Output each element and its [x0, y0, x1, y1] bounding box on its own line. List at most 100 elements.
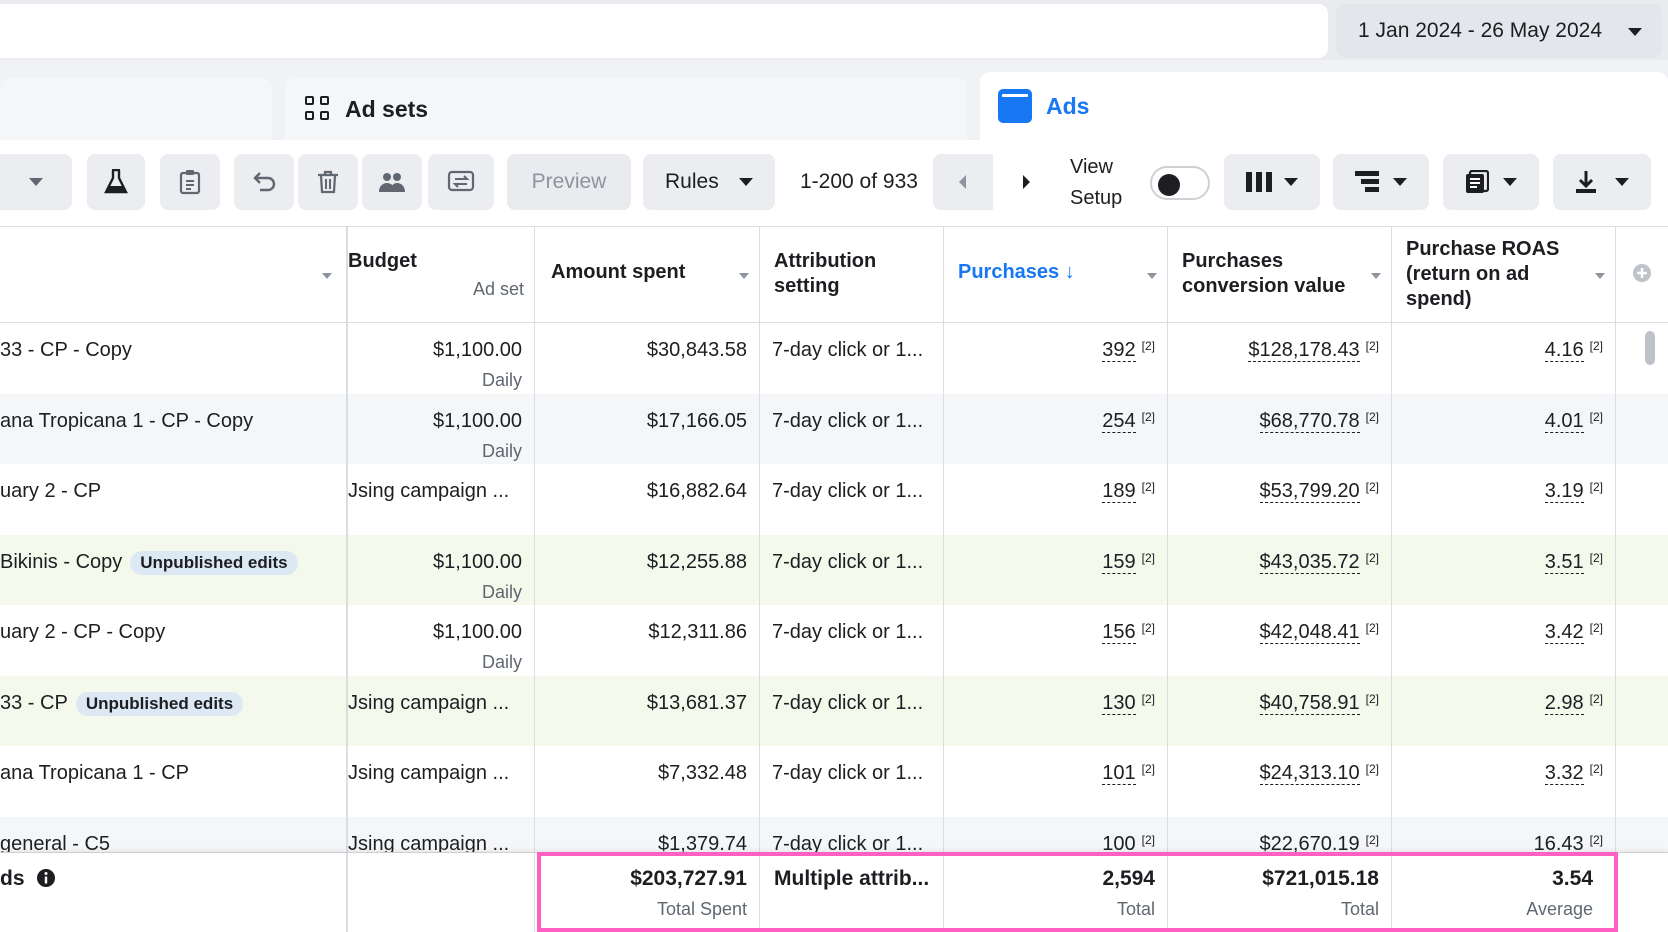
amount-spent-value: $12,255.88: [646, 550, 747, 573]
budget-value: Jsing campaign ...: [348, 480, 510, 502]
total-pcv-value: $721,015.18: [1262, 867, 1379, 890]
pcv-value[interactable]: $53,799.20: [1259, 480, 1360, 503]
total-attribution-value: Multiple attrib...: [774, 867, 930, 890]
roas-value[interactable]: 2.98: [1544, 691, 1584, 715]
ab-test-button[interactable]: [428, 154, 494, 210]
budget-sub: Daily: [481, 370, 522, 390]
date-range-picker[interactable]: 1 Jan 2024 - 26 May 2024: [1336, 4, 1662, 58]
roas-cell: 2.98 [2]: [1392, 675, 1616, 746]
reports-button[interactable]: [1443, 154, 1539, 210]
ad-name[interactable]: 33 - CP - Copy: [0, 339, 132, 361]
roas-value[interactable]: 4.16: [1544, 339, 1584, 362]
ad-name[interactable]: 33 - CP: [0, 692, 68, 714]
ad-name-cell[interactable]: 33 - CP Unpublished edits: [0, 675, 348, 746]
purchases-value[interactable]: 189: [1102, 480, 1136, 503]
table-row[interactable]: 33 - CP Unpublished edits Jsing campaign …: [0, 675, 1668, 747]
column-header-purchase-roas[interactable]: Purchase ROAS (return on ad spend): [1392, 227, 1616, 323]
pcv-value[interactable]: $42,048.41: [1259, 621, 1360, 644]
budget-header-sub: Ad set: [472, 279, 524, 299]
column-header-budget[interactable]: Budget Ad set: [348, 227, 535, 323]
purchases-value[interactable]: 156: [1102, 621, 1136, 644]
ad-name[interactable]: Bikinis - Copy: [0, 551, 122, 573]
delete-button[interactable]: [298, 154, 358, 210]
audience-button[interactable]: [362, 154, 422, 210]
ad-name-cell[interactable]: Bikinis - Copy Unpublished edits: [0, 534, 348, 605]
roas-value[interactable]: 4.01: [1544, 409, 1584, 433]
pcv-value[interactable]: $128,178.43: [1248, 339, 1360, 362]
previous-page-button[interactable]: [933, 154, 993, 210]
pcv-value[interactable]: $24,313.10: [1259, 762, 1360, 785]
table-row[interactable]: ana Tropicana 1 - CP Jsing campaign ... …: [0, 746, 1668, 817]
pcv-value[interactable]: $68,770.78: [1259, 409, 1360, 433]
chevron-left-icon: [959, 175, 966, 189]
tab-ad-sets[interactable]: Ad sets: [285, 78, 967, 140]
tab-ads-label: Ads: [1046, 92, 1090, 119]
ad-name[interactable]: uary 2 - CP: [0, 480, 101, 502]
table-row[interactable]: ana Tropicana 1 - CP - Copy $1,100.00 Dai…: [0, 393, 1668, 464]
ad-name-cell[interactable]: ana Tropicana 1 - CP - Copy: [0, 393, 348, 464]
budget-sub: Daily: [481, 581, 522, 602]
paste-button[interactable]: [160, 154, 220, 210]
add-column-button[interactable]: [1616, 227, 1668, 323]
view-setup-line1: View: [1070, 156, 1113, 178]
ad-name[interactable]: uary 2 - CP - Copy: [0, 621, 165, 643]
column-header-attribution[interactable]: Attribution setting: [760, 227, 944, 323]
total-purchases-sub: Total: [1116, 899, 1155, 919]
table-row[interactable]: 33 - CP - Copy $1,100.00 Daily $30,843.58…: [0, 323, 1668, 394]
row-spacer: [1616, 676, 1668, 747]
next-page-button[interactable]: [996, 154, 1056, 210]
column-header-amount-spent[interactable]: Amount spent: [535, 227, 760, 323]
amount-spent-value: $17,166.05: [646, 409, 747, 432]
chevron-down-icon: [1393, 178, 1407, 186]
pcv-cell: $42,048.41 [2]: [1168, 605, 1392, 676]
table-row[interactable]: Bikinis - Copy Unpublished edits $1,100.0…: [0, 534, 1668, 605]
purchases-header-label: Purchases ↓: [958, 261, 1075, 283]
purchases-value[interactable]: 254: [1102, 409, 1136, 433]
attribution-cell: 7-day click or 1...: [760, 323, 944, 394]
more-dropdown-button[interactable]: [0, 154, 72, 210]
clipboard-icon: [179, 170, 201, 195]
amount-spent-cell: $16,882.64: [535, 464, 760, 535]
search-bar[interactable]: [0, 4, 1328, 58]
columns-button[interactable]: [1224, 154, 1320, 210]
pcv-value[interactable]: $43,035.72: [1259, 550, 1360, 574]
preview-button[interactable]: Preview: [507, 154, 631, 210]
column-header-name[interactable]: [0, 227, 348, 323]
purchases-value[interactable]: 392: [1102, 339, 1136, 362]
ad-name[interactable]: ana Tropicana 1 - CP - Copy: [0, 410, 253, 432]
column-header-purchases-conversion-value[interactable]: Purchases conversion value: [1168, 227, 1392, 323]
totals-label-cell: ds: [0, 853, 348, 932]
ad-name-cell[interactable]: uary 2 - CP - Copy: [0, 605, 348, 676]
purchases-value[interactable]: 159: [1102, 550, 1136, 574]
attribution-value: 7-day click or 1...: [772, 621, 924, 643]
roas-value[interactable]: 3.42: [1544, 621, 1584, 644]
ad-name-cell[interactable]: uary 2 - CP: [0, 464, 348, 535]
footnote-marker: [2]: [1365, 550, 1379, 565]
purchases-value[interactable]: 130: [1102, 691, 1136, 715]
purchases-value[interactable]: 101: [1102, 762, 1136, 785]
info-icon[interactable]: [36, 868, 56, 888]
purchases-cell: 159 [2]: [944, 534, 1168, 605]
pcv-value[interactable]: $40,758.91: [1259, 691, 1360, 715]
table-row[interactable]: uary 2 - CP - Copy $1,100.00 Daily $12,31…: [0, 605, 1668, 676]
test-button[interactable]: [87, 154, 145, 210]
ad-name[interactable]: ana Tropicana 1 - CP: [0, 762, 189, 784]
undo-button[interactable]: [234, 154, 294, 210]
roas-value[interactable]: 3.51: [1544, 550, 1584, 574]
rules-label: Rules: [665, 170, 719, 193]
ad-name-cell[interactable]: 33 - CP - Copy: [0, 323, 348, 394]
tab-ads[interactable]: Ads: [980, 72, 1668, 140]
roas-value[interactable]: 3.32: [1544, 762, 1584, 785]
ad-name-cell[interactable]: ana Tropicana 1 - CP: [0, 746, 348, 817]
column-header-purchases[interactable]: Purchases ↓: [944, 227, 1168, 323]
tab-campaigns[interactable]: [0, 78, 272, 140]
purchases-cell: 130 [2]: [944, 675, 1168, 746]
view-setup-toggle[interactable]: [1150, 166, 1210, 200]
roas-value[interactable]: 3.19: [1544, 480, 1584, 503]
breakdown-button[interactable]: [1333, 154, 1429, 210]
table-row[interactable]: uary 2 - CP Jsing campaign ... $16,882.6…: [0, 464, 1668, 535]
rules-button[interactable]: Rules: [643, 154, 775, 210]
export-button[interactable]: [1553, 154, 1651, 210]
chevron-down-icon: [29, 178, 43, 186]
vertical-scrollbar[interactable]: [1645, 331, 1655, 365]
